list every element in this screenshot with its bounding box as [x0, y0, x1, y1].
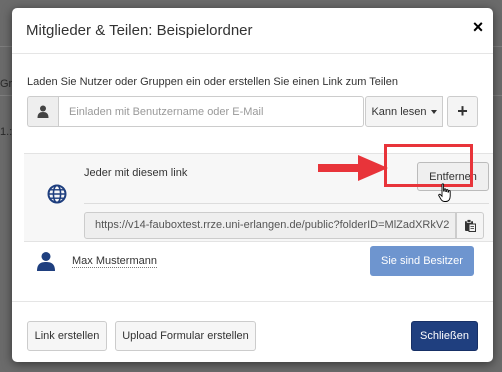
permission-label: Kann lesen	[371, 105, 427, 118]
invite-group	[27, 96, 364, 127]
copy-link-button[interactable]	[456, 212, 484, 239]
public-link-url-field[interactable]: https://v14-fauboxtest.rrze.uni-erlangen…	[84, 212, 456, 239]
arrow-right-icon	[318, 155, 388, 181]
owner-name[interactable]: Max Mustermann	[72, 255, 157, 268]
create-upload-form-button[interactable]: Upload Formular erstellen	[115, 321, 256, 351]
clipboard-icon	[465, 219, 476, 232]
close-icon[interactable]: ×	[469, 18, 487, 36]
invite-input[interactable]	[58, 96, 364, 127]
caret-down-icon	[430, 109, 437, 114]
panel-divider	[84, 203, 489, 204]
owner-badge-button: Sie sind Besitzer	[370, 246, 474, 276]
intro-text: Laden Sie Nutzer oder Gruppen ein oder e…	[27, 76, 398, 88]
close-dialog-button[interactable]: Schließen	[411, 321, 478, 351]
background-text: Gr	[0, 78, 13, 90]
hand-cursor-icon	[438, 183, 451, 202]
person-icon	[37, 252, 55, 271]
dialog-footer: Link erstellen Upload Formular erstellen…	[12, 301, 493, 362]
public-link-label: Jeder mit diesem link	[84, 167, 188, 179]
create-link-button[interactable]: Link erstellen	[27, 321, 107, 351]
dialog-title: Mitglieder & Teilen: Beispielordner	[26, 22, 253, 39]
user-icon	[27, 96, 58, 127]
add-invite-button[interactable]: +	[447, 96, 478, 127]
globe-icon	[47, 184, 67, 204]
highlight-box	[384, 144, 473, 187]
dialog-header: Mitglieder & Teilen: Beispielordner ×	[12, 8, 493, 54]
background-text: 1.:	[0, 126, 13, 138]
permission-dropdown[interactable]: Kann lesen	[365, 96, 443, 127]
